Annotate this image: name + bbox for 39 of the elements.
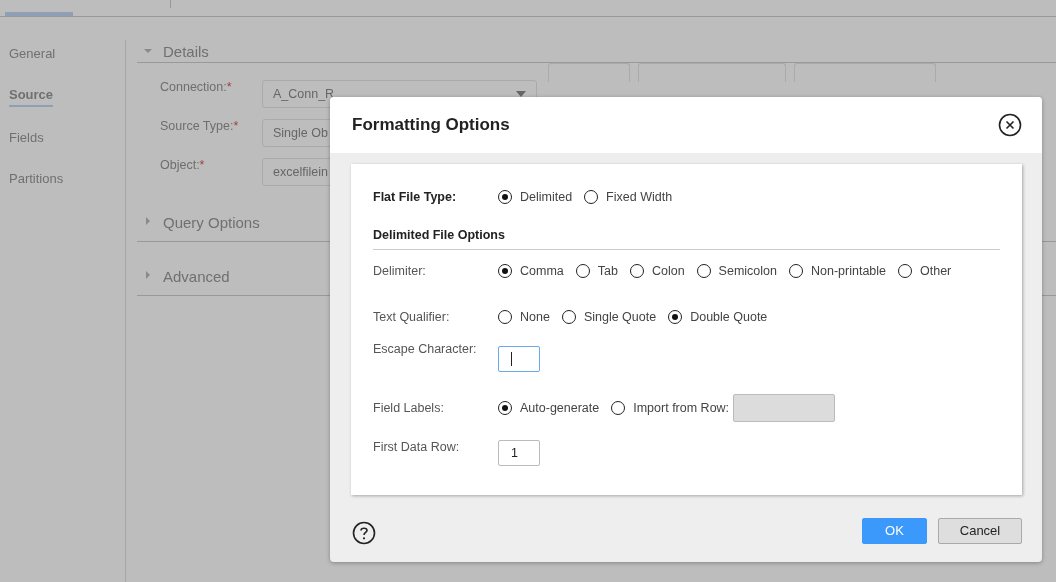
radio-option[interactable]: Tab (575, 264, 618, 278)
radio-option[interactable]: Auto-generate (498, 401, 600, 415)
toolbar-button[interactable] (638, 63, 786, 82)
tab-indicator (5, 12, 73, 16)
section-title: Advanced (163, 268, 230, 285)
input-field[interactable]: 1 (498, 440, 540, 466)
radio-option[interactable]: Fixed Width (584, 190, 673, 204)
dialog-title: Formatting Options (352, 115, 510, 135)
field-label: Source Type:* (160, 119, 240, 133)
radio-option[interactable]: Colon (629, 264, 685, 278)
radio-option[interactable]: Delimited (498, 190, 573, 204)
section-title: Query Options (163, 214, 260, 231)
field-label: Field Labels: (373, 401, 445, 415)
field-label: Flat File Type: (373, 190, 458, 204)
close-icon[interactable] (998, 113, 1022, 137)
help-icon[interactable] (352, 520, 376, 545)
section-heading: Delimited File Options (373, 228, 1000, 250)
field-label: Delimiter: (373, 264, 427, 278)
radio-option[interactable]: Import from Row: (611, 401, 730, 415)
cancel-button[interactable]: Cancel (938, 517, 1022, 544)
radio-option[interactable]: Double Quote (668, 310, 768, 324)
collapse-icon[interactable] (143, 46, 153, 56)
radio-option[interactable]: Semicolon (696, 264, 777, 278)
radio-option[interactable]: Comma (498, 264, 564, 278)
expand-icon[interactable] (143, 270, 153, 280)
section-title: Details (163, 42, 209, 60)
toolbar-button[interactable] (794, 63, 936, 82)
field-label: Escape Character: (373, 342, 478, 356)
field-label: Connection:* (160, 80, 233, 94)
expand-icon[interactable] (143, 216, 153, 226)
toolbar-button[interactable] (548, 63, 630, 82)
radio-option[interactable]: None (498, 310, 550, 324)
radio-option[interactable]: Single Quote (561, 310, 657, 324)
field-label: First Data Row: (373, 440, 461, 454)
radio-option[interactable]: Other (898, 264, 952, 278)
input-field[interactable] (498, 346, 540, 372)
field-label: Object:* (160, 158, 206, 172)
radio-option[interactable]: Non-printable (788, 264, 886, 278)
field-label: Text Qualifier: (373, 310, 451, 324)
